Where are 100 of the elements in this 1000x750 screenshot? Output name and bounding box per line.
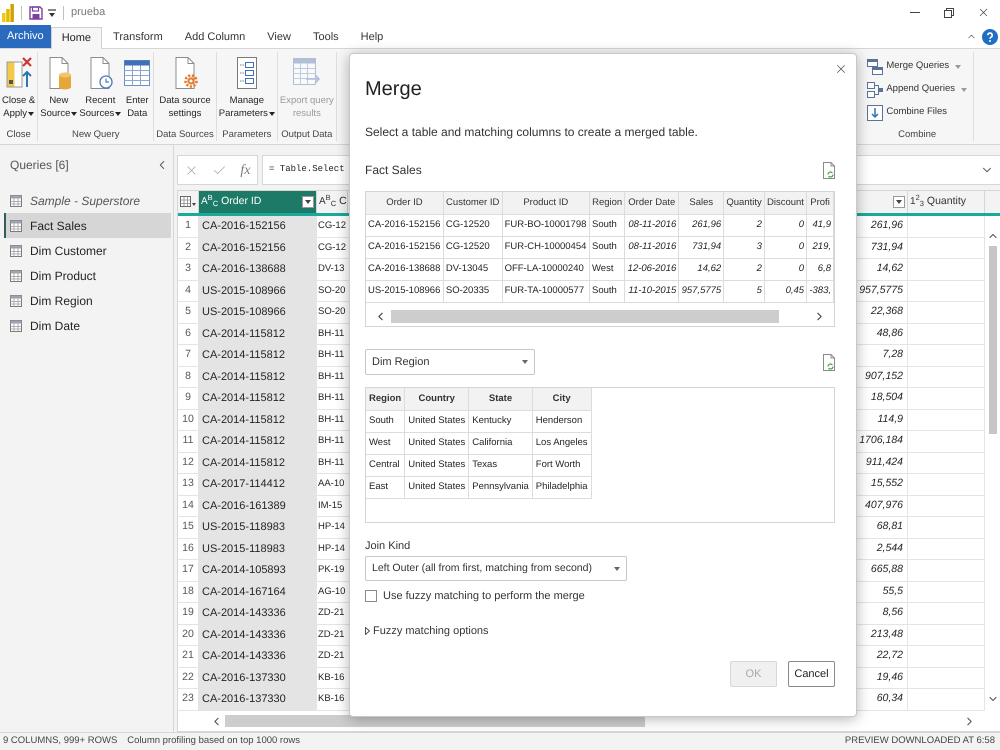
insert-function-button[interactable]: fx <box>240 160 250 180</box>
column-header[interactable]: Profi <box>806 192 834 214</box>
table-cell: 3 <box>724 236 764 258</box>
join-kind-select[interactable]: Left Outer (all from first, matching from second) <box>365 556 627 581</box>
document-refresh-icon[interactable] <box>823 354 835 370</box>
table-cell: CA-2017-114412 <box>199 474 317 494</box>
query-item[interactable]: Dim Region <box>4 288 171 313</box>
menu-tab[interactable]: Add Column <box>174 26 256 48</box>
menu-tab[interactable]: View <box>256 26 302 48</box>
enter-data-button[interactable]: Enter Data <box>122 52 152 120</box>
status-text: PREVIEW DOWNLOADED AT 6:58 <box>844 734 995 748</box>
table-cell: Texas <box>468 454 532 476</box>
fuzzy-options-toggle[interactable]: Fuzzy matching options <box>365 623 489 639</box>
table-cell: United States <box>404 476 469 498</box>
table-cell: -383, <box>806 280 834 302</box>
column-title: Order ID <box>221 194 262 210</box>
document-refresh-icon[interactable] <box>823 162 835 178</box>
caret-icon <box>305 200 311 204</box>
close-icon[interactable] <box>834 62 848 76</box>
data-source-settings-button[interactable]: Data source settings <box>158 52 212 120</box>
table-cell: CA-2016-138688 <box>199 259 317 280</box>
query-item[interactable]: Dim Product <box>4 263 171 288</box>
scrollbar-thumb[interactable] <box>988 246 996 434</box>
field-label: Join Kind <box>365 539 410 554</box>
table-cell: CA-2016-137330 <box>199 689 317 710</box>
close-apply-button[interactable]: Close & Apply <box>1 52 36 120</box>
table-cell: FUR-TA-10000577 <box>502 280 590 302</box>
table-cell: 2 <box>724 258 764 280</box>
query-item[interactable]: Fact Sales <box>4 213 171 238</box>
table-cell: CA-2014-115812 <box>199 452 317 473</box>
column-header[interactable]: Region <box>366 388 405 410</box>
column-header[interactable]: City <box>532 388 592 410</box>
merge-queries-button[interactable]: Merge Queries <box>867 55 962 78</box>
column-header[interactable]: Country <box>404 388 469 410</box>
checkbox[interactable] <box>365 590 377 602</box>
column-title: C <box>339 194 347 210</box>
help-icon[interactable] <box>982 29 998 45</box>
menu-tab[interactable]: Home <box>50 27 102 49</box>
table-cell: CA-2014-105893 <box>199 560 317 580</box>
column-title: Quantity <box>926 194 966 210</box>
column-header[interactable]: Sales <box>678 192 724 214</box>
menu-tab[interactable]: Tools <box>302 26 350 48</box>
customize-dropdown-icon[interactable] <box>48 8 56 18</box>
table-cell: CA-2014-115812 <box>199 324 317 344</box>
ribbon-group-label: New Query <box>70 128 120 141</box>
save-icon[interactable] <box>29 6 43 20</box>
table-cell: CA-2014-143336 <box>199 603 317 624</box>
recent-sources-button[interactable]: Recent Sources <box>78 52 122 120</box>
table-cell: United States <box>404 410 469 432</box>
table-cell: CA-2014-143336 <box>199 624 317 645</box>
table-cell: CA-2016-152156 <box>366 236 444 258</box>
column-header[interactable]: A$^{B}$$_{C}$ Order ID <box>199 191 317 213</box>
table-cell: US-2015-108966 <box>199 302 317 322</box>
table-cell: CA-2016-152156 <box>199 238 317 258</box>
column-header[interactable]: Product ID <box>502 192 590 214</box>
table-icon <box>10 220 22 232</box>
query-item[interactable]: Dim Customer <box>4 238 171 263</box>
table-cell: West <box>590 258 625 280</box>
table-select[interactable]: Dim Region <box>365 349 535 375</box>
column-header[interactable]: A$^{B}$$_{C}$ C <box>317 191 348 213</box>
menu-tab[interactable]: Help <box>350 26 394 48</box>
table-menu-icon[interactable] <box>180 196 196 208</box>
dialog-description: Select a table and matching columns to create a merged table. <box>365 124 698 140</box>
table-cell: CA-2014-115812 <box>199 431 317 452</box>
stacked-tables-icon <box>867 58 884 74</box>
scrollbar-thumb[interactable] <box>391 310 779 322</box>
document-title: prueba <box>71 5 106 20</box>
table-cell: United States <box>404 432 469 454</box>
filter-button[interactable] <box>302 196 314 208</box>
cancel-button[interactable]: Cancel <box>788 661 835 687</box>
table-cell: 08-11-2016 <box>624 236 679 258</box>
column-header[interactable]: State <box>468 388 532 410</box>
table-cell: CG-12520 <box>443 236 502 258</box>
column-header[interactable]: Customer ID <box>443 192 502 214</box>
column-header[interactable]: Quantity <box>724 192 764 214</box>
filter-button[interactable] <box>893 196 905 208</box>
table-cell: CA-2016-152156 <box>199 216 317 236</box>
new-source-button[interactable]: New Source <box>39 52 78 120</box>
square-arrow-down-icon <box>867 104 884 120</box>
caret-icon <box>522 360 528 364</box>
append-queries-button[interactable]: Append Queries <box>867 78 967 101</box>
table-cell: FUR-CH-10000454 <box>502 236 590 258</box>
column-header[interactable]: Region <box>590 192 625 214</box>
table-cell: Kentucky <box>468 410 532 432</box>
caret-icon <box>896 200 902 204</box>
menu-tab[interactable]: Transform <box>102 26 174 48</box>
combine-files-button[interactable]: Combine Files <box>867 101 948 124</box>
file-tab[interactable]: Archivo <box>0 25 51 48</box>
table-blocks-icon <box>867 82 884 98</box>
column-header[interactable]: 1$^{2}$$_{3}$ Quantity <box>908 191 985 213</box>
table-cell: CA-2014-115812 <box>199 366 317 387</box>
manage-parameters-button[interactable]: Manage Parameters <box>218 52 276 120</box>
column-header[interactable]: Order ID <box>366 192 444 214</box>
query-item[interactable]: Dim Date <box>4 313 171 338</box>
table-cell: CA-2014-167164 <box>199 582 317 602</box>
column-header[interactable]: Discount <box>764 192 807 214</box>
column-header[interactable]: Order Date <box>624 192 679 214</box>
table-cell: 261,96 <box>678 214 724 236</box>
checkbox-label[interactable]: Use fuzzy matching to perform the merge <box>383 588 585 604</box>
table-cell: CA-2016-137330 <box>199 668 317 688</box>
